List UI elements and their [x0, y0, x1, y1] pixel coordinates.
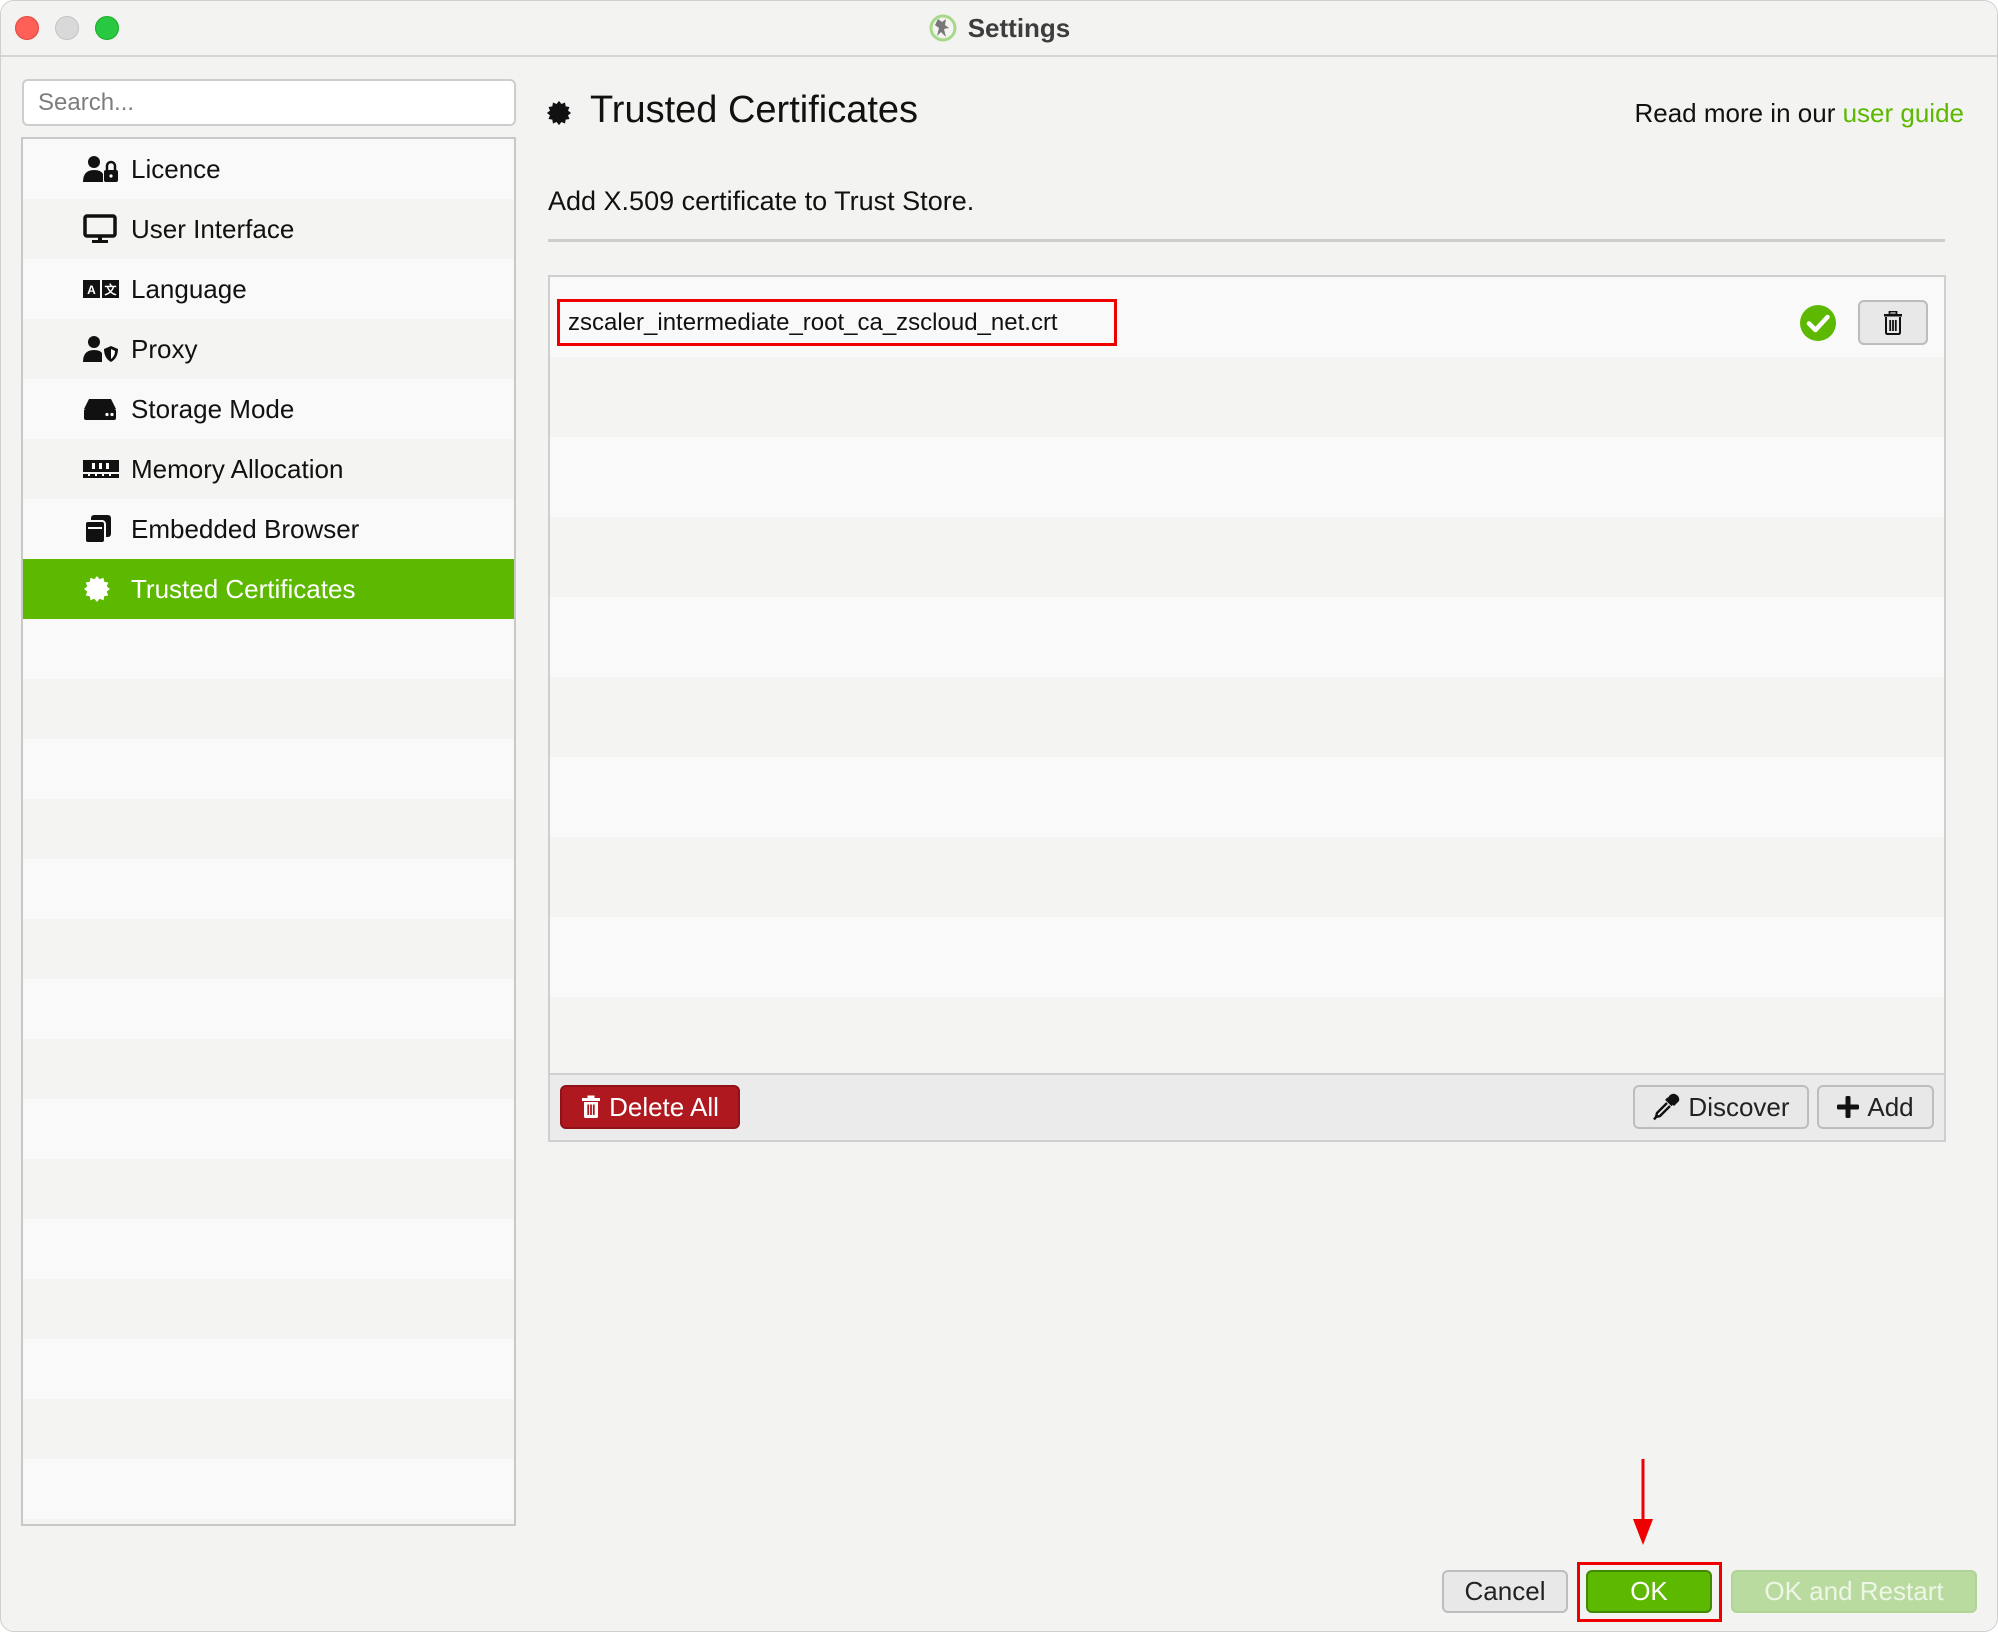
plus-icon	[1837, 1096, 1860, 1118]
hard-drive-icon	[83, 394, 119, 424]
sidebar-item-label: Proxy	[131, 333, 198, 364]
sidebar-empty-row	[23, 1099, 514, 1159]
sidebar-item-label: Storage Mode	[131, 393, 295, 424]
add-button[interactable]: Add	[1817, 1085, 1934, 1129]
sidebar-item-proxy[interactable]: Proxy	[23, 319, 514, 379]
sidebar-empty-row	[23, 1039, 514, 1099]
arrow-down-annotation-icon	[1633, 1459, 1653, 1545]
sidebar-item-language[interactable]: A文 Language	[23, 259, 514, 319]
discover-button[interactable]: Discover	[1633, 1085, 1809, 1129]
sidebar-item-label: Memory Allocation	[131, 453, 344, 484]
certificate-list: zscaler_intermediate_root_ca_zscloud_net…	[548, 275, 1946, 1142]
sidebar-empty-row	[23, 859, 514, 919]
monitor-icon	[83, 214, 119, 244]
sidebar-empty-row	[23, 1339, 514, 1399]
user-lock-icon	[83, 154, 119, 184]
trash-icon	[1884, 310, 1902, 335]
sidebar-item-label: Embedded Browser	[131, 513, 360, 544]
language-icon: A文	[83, 274, 119, 304]
sidebar-item-label: Licence	[131, 153, 221, 184]
empty-row	[550, 437, 1944, 517]
add-label: Add	[1867, 1091, 1914, 1122]
sidebar-empty-row	[23, 799, 514, 859]
sidebar-empty-row	[23, 1159, 514, 1219]
ok-and-restart-label: OK and Restart	[1764, 1576, 1944, 1606]
certificate-icon	[546, 100, 572, 126]
window-title-text: Settings	[967, 12, 1071, 43]
sidebar-item-label: Language	[131, 273, 247, 304]
sidebar-empty-row	[23, 1399, 514, 1459]
empty-row	[550, 917, 1944, 997]
discover-label: Discover	[1688, 1091, 1790, 1122]
empty-row	[550, 757, 1944, 837]
certificate-icon	[83, 574, 119, 604]
sidebar-empty-row	[23, 1459, 514, 1519]
empty-row	[550, 597, 1944, 677]
title-bar: Settings	[1, 1, 1997, 57]
sidebar-empty-row	[23, 1279, 514, 1339]
window-title: Settings	[1, 1, 1997, 55]
check-circle-icon	[1800, 305, 1836, 341]
divider	[548, 239, 1945, 242]
read-more-prefix: Read more in our	[1634, 98, 1843, 128]
certificate-row[interactable]: zscaler_intermediate_root_ca_zscloud_net…	[550, 277, 1944, 357]
delete-all-button[interactable]: Delete All	[560, 1085, 740, 1129]
settings-sidebar: Licence User Interface A文 Language Proxy…	[21, 137, 516, 1526]
empty-row	[550, 517, 1944, 597]
certificate-rows: zscaler_intermediate_root_ca_zscloud_net…	[550, 277, 1944, 1075]
ok-button[interactable]: OK	[1586, 1570, 1712, 1613]
page-description: Add X.509 certificate to Trust Store.	[548, 186, 975, 216]
trash-icon	[582, 1095, 601, 1118]
memory-icon	[83, 454, 119, 484]
certificate-toolbar: Delete All Discover Add	[550, 1073, 1944, 1140]
sidebar-item-label: Trusted Certificates	[131, 573, 356, 604]
empty-row	[550, 357, 1944, 437]
ok-label: OK	[1630, 1576, 1668, 1606]
eyedropper-icon	[1653, 1093, 1680, 1121]
certificate-name: zscaler_intermediate_root_ca_zscloud_net…	[557, 299, 1117, 346]
delete-certificate-button[interactable]	[1858, 300, 1928, 345]
sidebar-item-label: User Interface	[131, 213, 295, 244]
sidebar-item-embedded-browser[interactable]: Embedded Browser	[23, 499, 514, 559]
sidebar-empty-row	[23, 919, 514, 979]
frog-logo-icon	[929, 14, 957, 42]
ok-and-restart-button[interactable]: OK and Restart	[1731, 1570, 1977, 1613]
user-shield-icon	[83, 334, 119, 364]
delete-all-label: Delete All	[609, 1091, 719, 1122]
sidebar-empty-row	[23, 1519, 514, 1524]
settings-window: Settings Licence User Interface A文 Langu…	[0, 0, 1998, 1632]
sidebar-item-user-interface[interactable]: User Interface	[23, 199, 514, 259]
sidebar-item-trusted-certificates[interactable]: Trusted Certificates	[23, 559, 514, 619]
svg-text:文: 文	[104, 282, 117, 297]
sidebar-empty-row	[23, 679, 514, 739]
read-more-text: Read more in our user guide	[1634, 98, 1964, 129]
sidebar-empty-row	[23, 979, 514, 1039]
cancel-button[interactable]: Cancel	[1442, 1570, 1568, 1613]
empty-row	[550, 997, 1944, 1075]
sidebar-item-licence[interactable]: Licence	[23, 139, 514, 199]
user-guide-link[interactable]: user guide	[1843, 98, 1964, 128]
empty-row	[550, 677, 1944, 757]
page-title: Trusted Certificates	[590, 89, 919, 131]
cancel-label: Cancel	[1464, 1576, 1546, 1606]
sidebar-item-memory-allocation[interactable]: Memory Allocation	[23, 439, 514, 499]
sidebar-empty-row	[23, 739, 514, 799]
svg-text:A: A	[87, 283, 96, 297]
browser-windows-icon	[83, 514, 119, 544]
sidebar-item-storage-mode[interactable]: Storage Mode	[23, 379, 514, 439]
empty-row	[550, 837, 1944, 917]
sidebar-empty-row	[23, 1219, 514, 1279]
search-input[interactable]	[22, 79, 516, 126]
sidebar-empty-row	[23, 619, 514, 679]
